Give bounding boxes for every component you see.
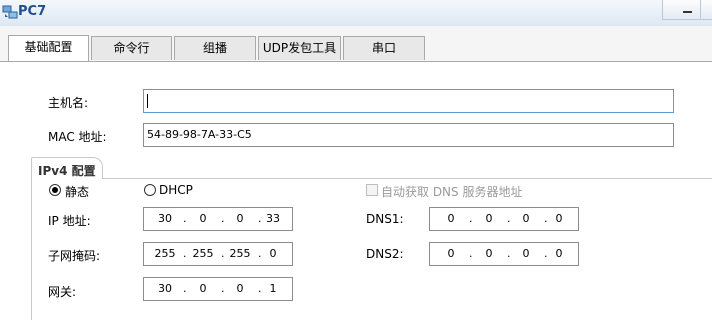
dhcp-radio[interactable] — [144, 184, 156, 196]
dns1-octet-3[interactable]: 0 — [511, 212, 541, 225]
tab-divider — [0, 61, 712, 62]
gateway-octet-3[interactable]: 0 — [225, 282, 255, 295]
ip-octet-4[interactable]: 33 — [258, 212, 288, 225]
ip-dot: . — [221, 247, 225, 260]
ip-octet-3[interactable]: 0 — [225, 212, 255, 225]
mask-octet-1[interactable]: 255 — [150, 247, 180, 260]
title-bar: PC7 — [0, 0, 712, 27]
ip-dot: . — [469, 212, 473, 225]
ip-dot: . — [183, 282, 187, 295]
ip-dot: . — [469, 247, 473, 260]
tab-command-line[interactable]: 命令行 — [91, 36, 172, 60]
tab-udp-tool[interactable]: UDP发包工具 — [258, 36, 341, 60]
group-border-left — [31, 178, 32, 320]
ip-octet-1[interactable]: 30 — [150, 212, 180, 225]
hostname-label: 主机名: — [48, 96, 89, 110]
mask-octet-3[interactable]: 255 — [225, 247, 255, 260]
dns1-octet-4[interactable]: 0 — [544, 212, 574, 225]
mac-label: MAC 地址: — [48, 130, 107, 144]
group-border-top — [103, 178, 712, 179]
ip-dot: . — [507, 247, 511, 260]
ip-dot: . — [221, 212, 225, 225]
gateway-octet-2[interactable]: 0 — [188, 282, 218, 295]
ip-dot: . — [507, 212, 511, 225]
mask-octet-2[interactable]: 255 — [188, 247, 218, 260]
ip-dot: . — [221, 282, 225, 295]
gateway-octet-4[interactable]: 1 — [258, 282, 288, 295]
ipv4-group-title: IPv4 配置 — [38, 164, 96, 178]
dns2-octet-4[interactable]: 0 — [544, 247, 574, 260]
tab-serial-port[interactable]: 串口 — [343, 36, 425, 60]
mac-address-field[interactable]: 54-89-98-7A-33-C5 — [143, 123, 674, 147]
gateway-field[interactable]: 30 . 0 . 0 . 1 — [143, 277, 293, 301]
dns1-octet-1[interactable]: 0 — [436, 212, 466, 225]
subnet-mask-field[interactable]: 255 . 255 . 255 . 0 — [143, 242, 293, 266]
tab-basic-config[interactable]: 基础配置 — [8, 35, 89, 62]
window-title: PC7 — [18, 4, 47, 19]
pc-app-icon — [2, 5, 18, 19]
ip-dot: . — [183, 247, 187, 260]
maximize-button[interactable] — [700, 0, 712, 20]
ip-address-label: IP 地址: — [48, 214, 91, 228]
mac-value: 54-89-98-7A-33-C5 — [147, 128, 252, 141]
dns2-octet-3[interactable]: 0 — [511, 247, 541, 260]
static-label[interactable]: 静态 — [65, 183, 89, 200]
mask-octet-4[interactable]: 0 — [258, 247, 288, 260]
subnet-mask-label: 子网掩码: — [48, 249, 101, 263]
dns2-octet-2[interactable]: 0 — [474, 247, 504, 260]
ip-address-field[interactable]: 30 . 0 . 0 . 33 — [143, 207, 293, 231]
dns1-octet-2[interactable]: 0 — [474, 212, 504, 225]
auto-dns-label[interactable]: 自动获取 DNS 服务器地址 — [381, 183, 522, 200]
ip-dot: . — [183, 212, 187, 225]
gateway-label: 网关: — [48, 285, 77, 299]
static-radio[interactable] — [49, 184, 61, 196]
dhcp-label[interactable]: DHCP — [159, 183, 193, 197]
dns2-octet-1[interactable]: 0 — [436, 247, 466, 260]
dns2-label: DNS2: — [366, 247, 404, 261]
dns1-field[interactable]: 0 . 0 . 0 . 0 — [429, 207, 579, 231]
auto-dns-checkbox[interactable] — [366, 184, 378, 196]
ip-octet-2[interactable]: 0 — [188, 212, 218, 225]
hostname-input[interactable] — [143, 89, 674, 113]
gateway-octet-1[interactable]: 30 — [150, 282, 180, 295]
dns1-label: DNS1: — [366, 212, 404, 226]
tab-strip: 基础配置 命令行 组播 UDP发包工具 串口 — [0, 26, 712, 62]
text-caret — [147, 94, 148, 108]
tab-multicast[interactable]: 组播 — [174, 36, 256, 60]
dns2-field[interactable]: 0 . 0 . 0 . 0 — [429, 242, 579, 266]
